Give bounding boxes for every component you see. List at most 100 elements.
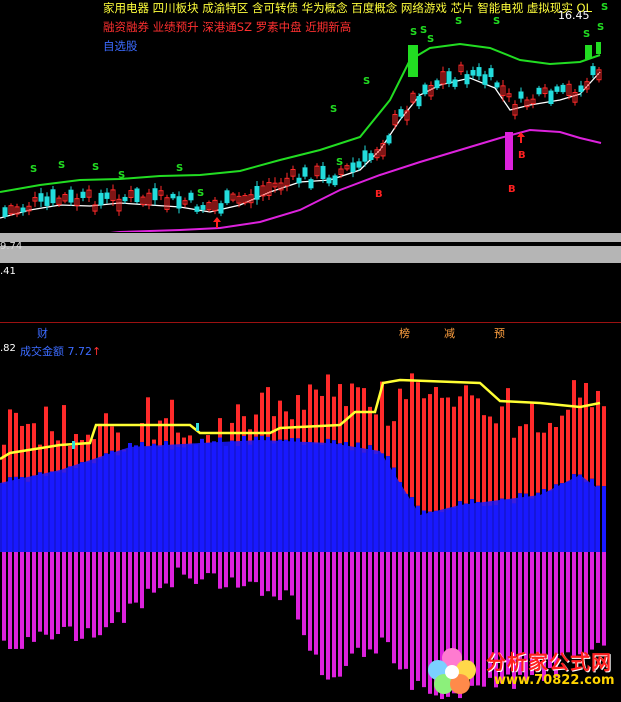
volume-bar-negative	[380, 552, 384, 638]
buy-signal: B	[375, 189, 383, 200]
volume-bar-up	[74, 434, 78, 469]
volume-bar-negative	[326, 552, 330, 680]
volume-bar-down	[602, 486, 606, 552]
volume-bar-up	[494, 423, 498, 506]
volume-bar-negative	[26, 552, 30, 638]
signal-block	[585, 45, 592, 59]
sell-signal: S	[58, 160, 65, 171]
buy-arrow-icon	[213, 217, 221, 228]
candle-body	[416, 96, 422, 107]
volume-bar-negative	[296, 552, 300, 620]
separator-band	[0, 233, 621, 242]
volume-bar-up	[404, 399, 408, 495]
sell-signal: S	[583, 29, 590, 40]
volume-bar-up	[284, 411, 288, 440]
candle-body	[200, 205, 206, 210]
volume-bar-negative	[398, 552, 402, 670]
volume-bar-negative	[38, 552, 42, 632]
volume-bar-negative	[392, 552, 396, 664]
buy-signal: B	[508, 184, 516, 195]
volume-bar-up	[560, 415, 564, 484]
candle-body	[560, 84, 566, 93]
candle-body	[80, 191, 86, 198]
volume-bar-negative	[236, 552, 240, 588]
volume-bar-negative	[314, 552, 318, 655]
candle-body	[548, 90, 554, 104]
volume-bar-up	[278, 400, 282, 440]
volume-bar-up	[362, 388, 366, 453]
volume-bar-negative	[188, 552, 192, 579]
event-tag-ranking[interactable]: 榜	[399, 325, 410, 341]
concept-tags-2: 融资融券 业绩预升 深港通SZ 罗素中盘 近期新高	[103, 20, 352, 34]
candle-body	[398, 109, 404, 117]
axis-value-label: .41	[0, 266, 16, 277]
volume-bar-up	[578, 397, 582, 475]
volume-bar-up	[536, 432, 540, 493]
volume-bar-negative	[578, 552, 582, 655]
volume-bar-up	[548, 422, 552, 492]
volume-bar-up	[500, 406, 504, 499]
volume-bar-negative	[602, 552, 606, 646]
volume-marker	[196, 423, 199, 431]
volume-bar-up	[266, 387, 270, 437]
volume-bar-up	[2, 444, 6, 485]
volume-bar-up	[8, 409, 12, 478]
volume-bar-negative	[86, 552, 90, 629]
candle-body	[356, 161, 362, 168]
volume-bar-up	[14, 412, 18, 477]
candle-body	[446, 71, 452, 84]
candle-body	[44, 196, 50, 206]
volume-bar-negative	[98, 552, 102, 636]
volume-bar-negative	[404, 552, 408, 669]
volume-bar-up	[572, 380, 576, 475]
candle-body	[320, 165, 326, 180]
candle-body	[350, 162, 356, 173]
volume-bar-negative	[218, 552, 222, 589]
volume-bar-negative	[128, 552, 132, 604]
volume-bar-up	[386, 425, 390, 457]
event-tag-finance[interactable]: 财	[37, 325, 48, 341]
sell-signal: S	[92, 162, 99, 173]
volume-bar-negative	[350, 552, 354, 654]
volume-bar-negative	[224, 552, 228, 588]
volume-bar-up	[44, 406, 48, 477]
sell-signal: S	[30, 164, 37, 175]
watchlist-label[interactable]: 自选股	[103, 38, 138, 54]
volume-bar-negative	[2, 552, 6, 641]
volume-bar-up	[554, 426, 558, 485]
sell-signal: S	[363, 76, 370, 87]
volume-bar-negative	[56, 552, 60, 635]
volume-bar-negative	[176, 552, 180, 568]
volume-bar-negative	[284, 552, 288, 591]
volume-bar-up	[590, 407, 594, 479]
volume-marker	[72, 441, 75, 449]
candle-body	[386, 135, 392, 144]
volume-bar-negative	[260, 552, 264, 596]
candle-body	[98, 192, 104, 206]
volume-bar-negative	[272, 552, 276, 597]
signal-block	[408, 45, 418, 77]
logo-url: www.70822.com	[494, 673, 615, 688]
volume-bar-up	[374, 414, 378, 455]
volume-bar-up	[326, 374, 330, 439]
volume-bar-negative	[278, 552, 282, 601]
event-tag-forecast[interactable]: 预	[494, 325, 505, 341]
volume-bar-up	[110, 426, 114, 451]
volume-bar-negative	[206, 552, 210, 574]
volume-bar-negative	[116, 552, 120, 613]
volume-bar-up	[62, 405, 66, 473]
event-tag-reduce[interactable]: 减	[444, 325, 455, 341]
volume-bar-negative	[20, 552, 24, 649]
axis-value-label: .82	[0, 343, 16, 354]
volume-bar-up	[476, 398, 480, 502]
volume-bar-up	[206, 435, 210, 444]
volume-bar-negative	[62, 552, 66, 627]
volume-bar-up	[482, 415, 486, 507]
volume-bar-up	[458, 396, 462, 502]
volume-bar-negative	[254, 552, 258, 583]
buy-signal: B	[518, 150, 526, 161]
sell-signal: S	[455, 16, 462, 27]
volume-bar-negative	[104, 552, 108, 628]
volume-bar-negative	[332, 552, 336, 678]
volume-bar-negative	[44, 552, 48, 635]
